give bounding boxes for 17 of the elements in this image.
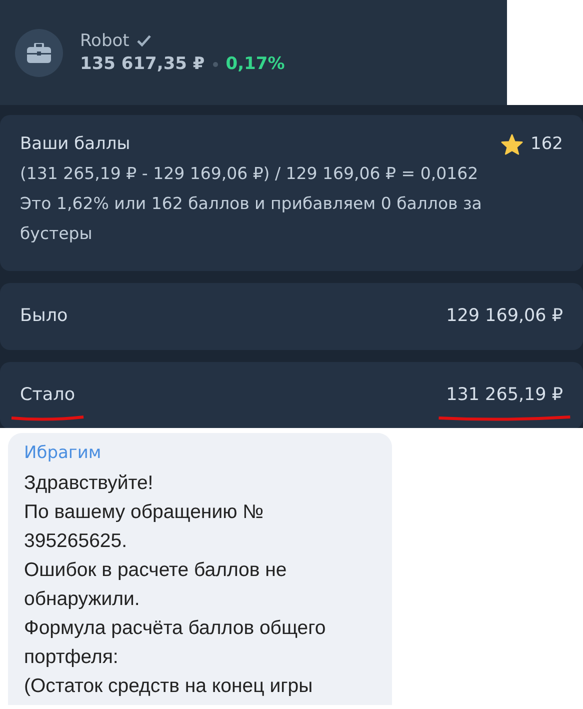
message-text: Здравствуйте! xyxy=(24,471,154,496)
row-label: Стало xyxy=(20,380,76,410)
portfolio-name: Robot xyxy=(80,31,130,51)
points-count: 162 xyxy=(530,134,563,154)
message-text: (Остаток средств на конец игры xyxy=(24,674,314,699)
row-label: Было xyxy=(20,305,68,328)
message-text: По вашему обращению № 395265625. xyxy=(24,500,265,554)
message-text: Формула расчёта баллов общего портфеля: xyxy=(24,616,327,670)
sender-name: Ибрагим xyxy=(24,443,102,463)
score-text: Это 1,62% или 162 баллов и прибавляем 0 баллов за бустеры xyxy=(20,193,483,245)
score-text: (131 265,19 ₽ - 129 169,06 ₽) / 129 169,06 ₽ = 0,0162 xyxy=(20,163,480,185)
message-text: Ошибок в расчете баллов не обнаружили. xyxy=(24,558,288,612)
row-value: 129 169,06 ₽ xyxy=(446,305,563,328)
portfolio-change: 0,17% xyxy=(226,54,285,74)
row-value: 131 265,19 ₽ xyxy=(446,380,563,410)
score-title: Ваши баллы xyxy=(20,133,130,156)
portfolio-value: 135 617,35 ₽ xyxy=(80,54,205,74)
